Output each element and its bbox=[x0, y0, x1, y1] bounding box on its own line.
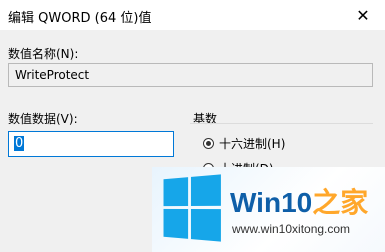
watermark-site: www.win10xitong.com bbox=[232, 222, 351, 236]
value-data-text: 0 bbox=[14, 136, 25, 151]
watermark-overlay: Win10之家 www.win10xitong.com bbox=[152, 167, 385, 252]
watermark-brand-accent: 之家 bbox=[312, 187, 369, 218]
value-name-field[interactable]: WriteProtect bbox=[8, 63, 373, 87]
value-name-label: 数值名称(N): bbox=[8, 47, 79, 61]
value-data-input[interactable]: 0 bbox=[8, 131, 174, 157]
watermark-brand-main: Win10 bbox=[230, 187, 313, 218]
close-button[interactable]: ✕ bbox=[341, 0, 385, 30]
radio-hex-label: 十六进制(H) bbox=[219, 137, 286, 151]
value-data-label: 数值数据(V): bbox=[8, 112, 78, 126]
radio-hex-indicator[interactable] bbox=[203, 138, 214, 149]
window-title: 编辑 QWORD (64 位)值 bbox=[8, 11, 152, 26]
watermark-brand: Win10之家 bbox=[230, 181, 368, 221]
close-icon: ✕ bbox=[356, 5, 370, 25]
windows-logo-icon bbox=[163, 174, 221, 242]
radio-hex[interactable]: 十六进制(H) bbox=[203, 135, 285, 152]
title-bar: 编辑 QWORD (64 位)值 ✕ bbox=[0, 0, 385, 30]
